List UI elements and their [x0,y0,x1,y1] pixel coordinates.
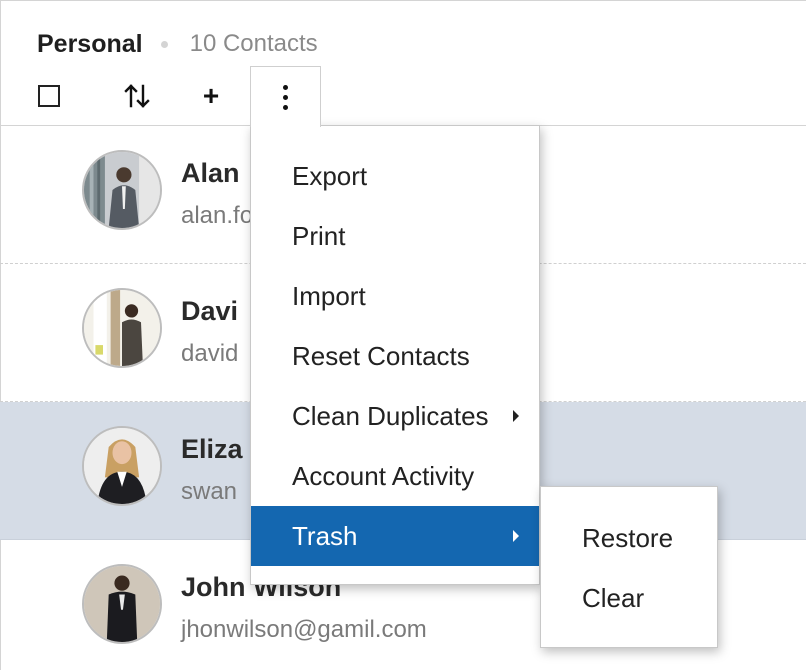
group-title: Personal [37,29,143,58]
submenu-item-restore[interactable]: Restore [541,508,717,568]
menu-item-import[interactable]: Import [251,266,539,326]
add-contact-button[interactable]: + [186,66,236,126]
separator-dot [160,40,168,48]
avatar [82,288,162,368]
menu-item-account-activity[interactable]: Account Activity [251,446,539,506]
submenu-item-label: Restore [582,522,674,553]
menu-item-label: Trash [292,520,358,551]
avatar [82,564,162,644]
submenu-item-label: Clear [582,582,645,613]
contact-name: Eliza [181,434,243,464]
avatar [82,426,162,506]
more-options-menu: Export Print Import Reset Contacts Clean… [250,125,540,585]
submenu-arrow-icon [513,530,519,542]
contact-count: 10 Contacts [189,30,318,57]
contact-email: alan.fo [181,202,254,229]
menu-item-label: Import [292,280,366,311]
contact-email: swan [181,478,238,505]
contact-name: Alan [181,158,240,188]
contact-email: jhonwilson@gamil.com [181,616,427,643]
checkbox-icon [38,85,60,107]
sort-button[interactable] [112,66,162,126]
title-row: Personal 10 Contacts [37,28,318,60]
menu-item-label: Account Activity [292,460,475,491]
menu-item-label: Print [292,220,346,251]
menu-item-export[interactable]: Export [251,146,539,206]
select-all-checkbox[interactable] [24,66,74,126]
more-vertical-icon [283,84,288,110]
menu-item-label: Clean Duplicates [292,400,489,431]
contact-name: Davi [181,296,239,326]
submenu-arrow-icon [513,410,519,422]
menu-item-label: Reset Contacts [292,340,470,371]
trash-submenu: Restore Clear [540,486,718,648]
menu-item-label: Export [292,160,368,191]
avatar [82,150,162,230]
menu-item-reset-contacts[interactable]: Reset Contacts [251,326,539,386]
toolbar: + [0,66,806,127]
sort-icon [124,84,150,108]
plus-icon: + [202,80,220,111]
menu-item-clean-duplicates[interactable]: Clean Duplicates [251,386,539,446]
menu-item-trash[interactable]: Trash [251,506,539,566]
submenu-item-clear[interactable]: Clear [541,568,717,628]
menu-item-print[interactable]: Print [251,206,539,266]
more-options-button[interactable] [250,66,321,127]
contact-email: david [181,340,239,367]
contacts-header: Personal 10 Contacts + [0,0,806,127]
